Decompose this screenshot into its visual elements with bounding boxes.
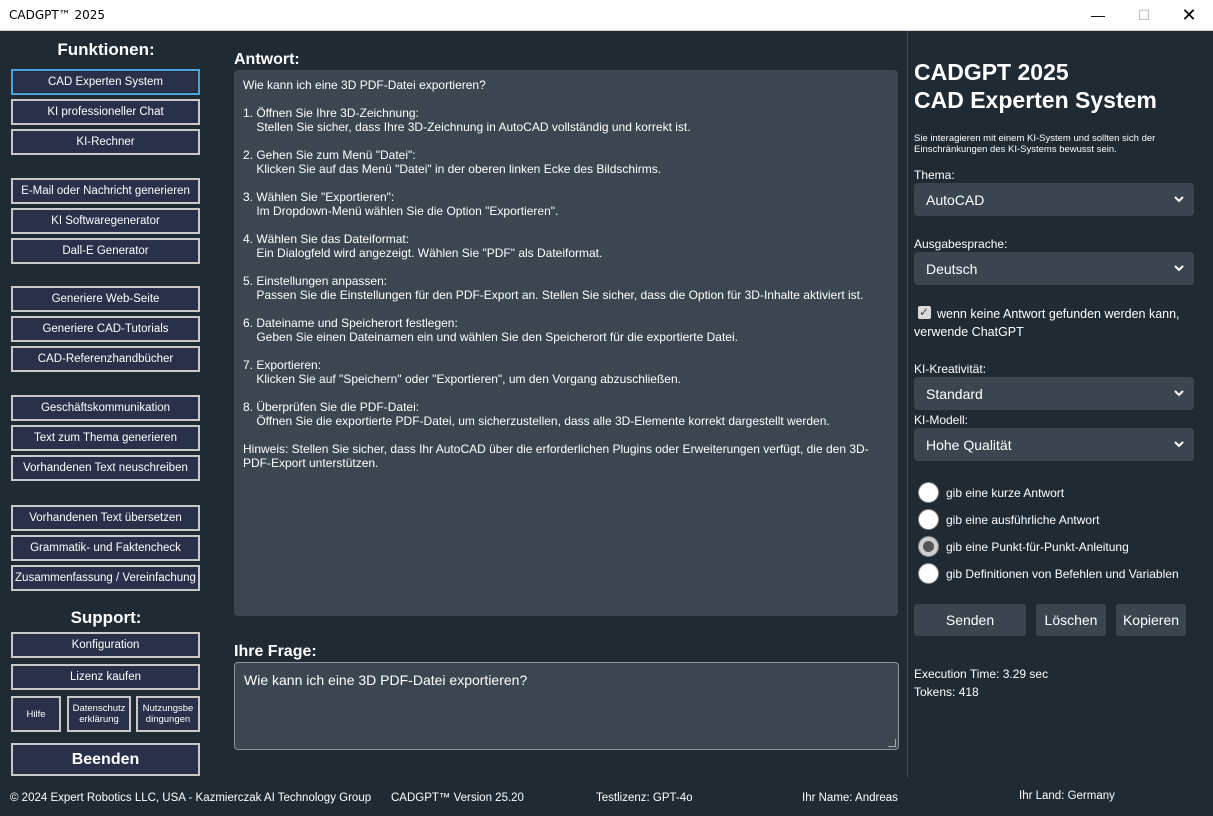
chatgpt-fallback-checkbox[interactable] [918,303,931,321]
help-button[interactable]: Hilfe [11,696,61,732]
radio-button[interactable] [918,509,939,530]
footer-copyright: © 2024 Expert Robotics LLC, USA - Kazmie… [10,792,372,804]
clear-button[interactable]: Löschen [1036,604,1106,636]
minimize-button[interactable]: — [1075,0,1121,30]
resize-grip-icon[interactable] [888,739,896,747]
question-label: Ihre Frage: [234,643,317,660]
chevron-down-icon [1174,196,1184,203]
question-text: Wie kann ich eine 3D PDF-Datei exportier… [244,672,528,688]
configuration-button[interactable]: Konfiguration [11,632,200,658]
theme-label: Thema: [914,168,955,182]
copy-button[interactable]: Kopieren [1116,604,1186,636]
email-generator-button[interactable]: E-Mail oder Nachricht generieren [11,178,200,204]
close-button[interactable]: ✕ [1166,0,1212,30]
language-label: Ausgabesprache: [914,237,1008,251]
send-button[interactable]: Senden [914,604,1026,636]
radio-button[interactable] [918,482,939,503]
software-generator-button[interactable]: KI Softwaregenerator [11,208,200,234]
ai-disclaimer: Sie interagieren mit einem KI-System und… [914,133,1156,155]
theme-value: AutoCAD [926,191,985,208]
radio-step-by-step[interactable]: gib eine Punkt-für-Punkt-Anleitung [918,536,1129,557]
creativity-select[interactable]: Standard [914,377,1194,410]
answer-label: Antwort: [234,51,300,68]
creativity-value: Standard [926,385,983,402]
chatgpt-fallback-label: wenn keine Antwort gefunden werden kann,… [914,307,1180,339]
rewrite-text-button[interactable]: Vorhandenen Text neuschreiben [11,455,200,481]
panel-title-line2: CAD Experten System [914,87,1157,113]
footer-version: CADGPT™ Version 25.20 [391,792,524,804]
translate-text-button[interactable]: Vorhandenen Text übersetzen [11,505,200,531]
buy-license-button[interactable]: Lizenz kaufen [11,664,200,690]
ki-calculator-button[interactable]: KI-Rechner [11,129,200,155]
footer-license: Testlizenz: GPT-4o [596,792,693,804]
token-count: Tokens: 418 [914,685,979,699]
window-title: CADGPT™ 2025 [9,8,106,22]
radio-definitions[interactable]: gib Definitionen von Befehlen und Variab… [918,563,1179,584]
execution-time: Execution Time: 3.29 sec [914,667,1049,681]
terms-button[interactable]: Nutzungsbe dingungen [136,696,200,732]
theme-select[interactable]: AutoCAD [914,183,1194,216]
generate-website-button[interactable]: Generiere Web-Seite [11,286,200,312]
language-select[interactable]: Deutsch [914,252,1194,285]
radio-short-answer[interactable]: gib eine kurze Antwort [918,482,1064,503]
question-input[interactable]: Wie kann ich eine 3D PDF-Datei exportier… [234,662,899,750]
panel-title-line1: CADGPT 2025 [914,59,1069,85]
panel-title: CADGPT 2025 CAD Experten System [914,58,1157,114]
radio-button[interactable] [918,563,939,584]
chevron-down-icon [1174,265,1184,272]
model-label: KI-Modell: [914,413,969,427]
title-bar: CADGPT™ 2025 — ☐ ✕ [0,0,1213,31]
radio-label: gib eine ausführliche Antwort [946,512,1100,527]
privacy-button[interactable]: Datenschutz erklärung [67,696,131,732]
answer-output[interactable]: Wie kann ich eine 3D PDF-Datei exportier… [234,70,898,616]
model-value: Hohe Qualität [926,436,1012,453]
business-communication-button[interactable]: Geschäftskommunikation [11,395,200,421]
cad-reference-manuals-button[interactable]: CAD-Referenzhandbücher [11,346,200,372]
chevron-down-icon [1174,390,1184,397]
footer-country: Ihr Land: Germany [1019,790,1115,802]
generate-cad-tutorials-button[interactable]: Generiere CAD-Tutorials [11,316,200,342]
exit-button[interactable]: Beenden [11,743,200,776]
cad-expert-system-button[interactable]: CAD Experten System [11,69,200,95]
radio-label: gib eine kurze Antwort [946,485,1065,500]
panel-divider [907,31,908,777]
footer-user-name: Ihr Name: Andreas [802,792,898,804]
chatgpt-fallback-option[interactable]: wenn keine Antwort gefunden werden kann,… [914,303,1199,341]
grammar-check-button[interactable]: Grammatik- und Faktencheck [11,535,200,561]
functions-title: Funktionen: [57,40,155,59]
summary-button[interactable]: Zusammenfassung / Vereinfachung [11,565,200,591]
chevron-down-icon [1174,441,1184,448]
dalle-generator-button[interactable]: Dall-E Generator [11,238,200,264]
language-value: Deutsch [926,260,978,277]
topic-text-button[interactable]: Text zum Thema generieren [11,425,200,451]
radio-label: gib Definitionen von Befehlen und Variab… [946,566,1179,581]
radio-detailed-answer[interactable]: gib eine ausführliche Antwort [918,509,1099,530]
ki-professional-chat-button[interactable]: KI professioneller Chat [11,99,200,125]
creativity-label: KI-Kreativität: [914,362,987,376]
radio-label: gib eine Punkt-für-Punkt-Anleitung [946,539,1129,554]
support-title: Support: [70,608,142,627]
maximize-button[interactable]: ☐ [1121,0,1167,30]
sidebar: Funktionen: CAD Experten System KI profe… [0,31,212,781]
radio-button-selected[interactable] [918,536,939,557]
model-select[interactable]: Hohe Qualität [914,428,1194,461]
